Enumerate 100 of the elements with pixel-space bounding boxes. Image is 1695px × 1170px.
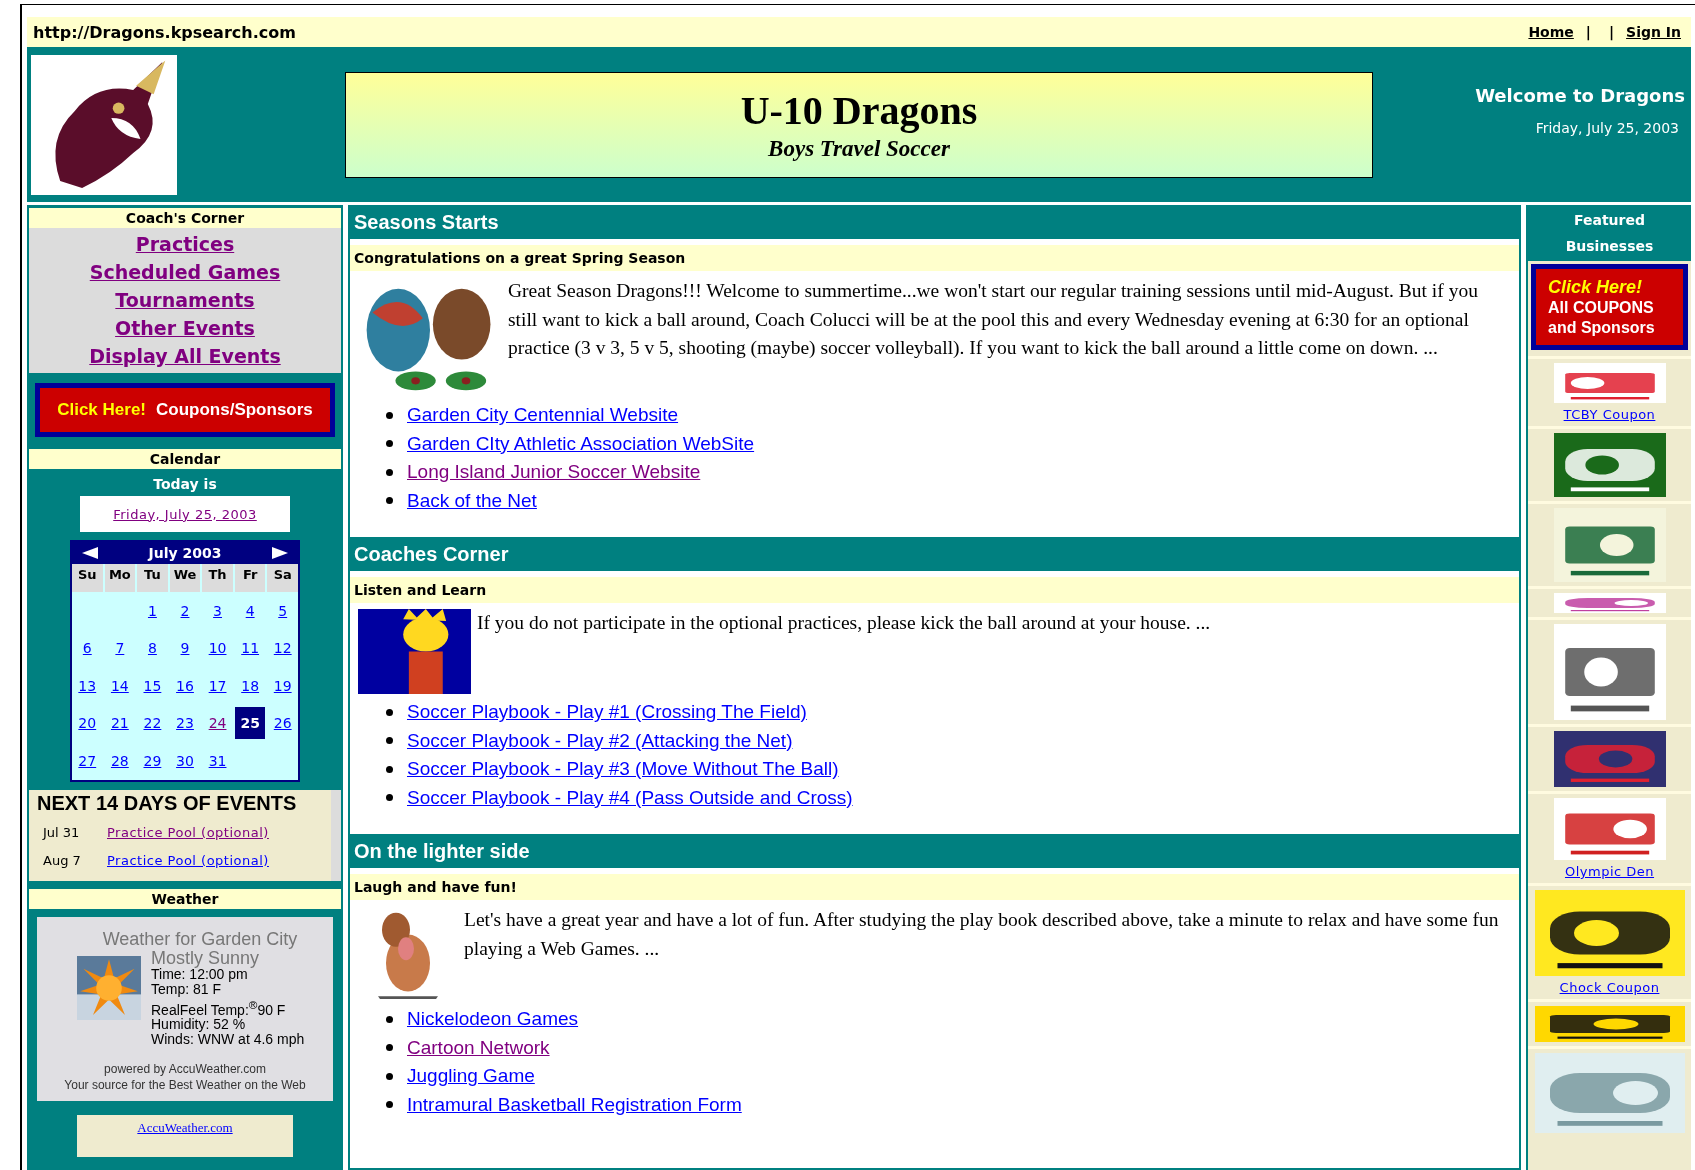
today-link[interactable]: Friday, July 25, 2003 [113,506,257,522]
calendar-day[interactable]: 8 [147,640,157,657]
calendar-day[interactable]: 5 [278,602,288,619]
calendar-day[interactable]: 29 [143,752,162,769]
weather-detail: Temp: 81 F [151,981,223,997]
resource-link[interactable]: Long Island Junior Soccer Website [407,461,701,484]
resource-link[interactable]: Juggling Game [407,1065,535,1088]
calendar-day[interactable]: 4 [245,602,255,619]
calendar-day[interactable]: 1 [147,602,157,619]
calendar-day[interactable]: 21 [110,715,129,732]
separator: | [1585,24,1591,40]
weekday-header: Mo [104,564,136,592]
calendar-day[interactable]: 28 [110,752,129,769]
site-subtitle: Boys Travel Soccer [768,136,950,162]
bullet-icon [386,1101,393,1109]
coupons-button[interactable]: Click Here! Coupons/Sponsors [35,383,335,437]
bullet-icon [386,1044,393,1052]
calendar-day[interactable]: 2 [180,602,190,619]
bullet-icon [386,1072,393,1080]
calendar-day[interactable]: 24 [208,715,227,732]
section-heading: On the lighter side [350,834,1519,868]
calendar-day[interactable]: 19 [273,677,292,694]
resource-link[interactable]: Soccer Playbook - Play #4 (Pass Outside and Cross) [407,786,853,809]
panel-heading: Coach's Corner [29,208,341,228]
resource-link[interactable]: Garden City Centennial Website [407,404,679,427]
calendar-day[interactable]: 12 [273,640,292,657]
site-url: http://Dragons.kpsearch.com [33,22,296,42]
resource-link[interactable]: Intramural Basketball Registration Form [407,1093,742,1116]
nav-link[interactable]: Sign In [1626,24,1681,40]
bullet-icon [386,468,393,476]
sponsor-link[interactable]: TCBY Coupon [1563,407,1656,422]
calendar-day[interactable]: 11 [241,640,260,657]
weekday-header: Sa [267,564,298,592]
weather-detail: Humidity: 52 % [151,1017,246,1033]
calendar-day[interactable]: 20 [78,715,97,732]
previous-icon[interactable] [82,547,98,559]
calendar-day[interactable]: 10 [208,640,227,657]
nav-link[interactable]: Practices [135,230,235,258]
calendar-day[interactable]: 23 [176,715,194,732]
weekday-header: Th [202,564,233,592]
calendar-day[interactable]: 13 [78,677,97,694]
calendar-day[interactable]: 15 [143,677,162,694]
resource-link[interactable]: Cartoon Network [407,1036,550,1059]
calendar-day[interactable]: 6 [82,640,92,657]
weather-detail: RealFeel Temp:$^{®}$90 F [151,997,287,1018]
calendar-day[interactable]: 27 [78,752,97,769]
coupons-banner[interactable]: Click Here! All COUPONS and Sponsors [1531,264,1688,350]
section-subheading: Laugh and have fun! [350,874,1519,900]
nav-link[interactable]: Home [1528,24,1574,40]
weekday-header: Fr [234,564,266,592]
today-label: Today is [152,475,218,494]
next-icon[interactable] [272,547,288,559]
weather-tagline: Your source for the Best Weather on the Web [64,1077,306,1094]
resource-link[interactable]: Nickelodeon Games [407,1008,579,1031]
resource-link[interactable]: Soccer Playbook - Play #2 (Attacking the Net) [407,729,793,752]
current-date: Friday, July 25, 2003 [1535,120,1679,136]
bullet-icon [386,737,393,745]
resource-link[interactable]: Soccer Playbook - Play #3 (Move Without The Ball) [407,758,839,781]
weather-condition: Mostly Sunny [151,949,261,967]
weekday-header: We [169,564,201,592]
bullet-icon [386,497,393,505]
section-heading: Coaches Corner [350,537,1519,571]
bullet-icon [386,708,393,716]
resource-link[interactable]: Back of the Net [407,489,537,512]
nav-link[interactable]: Tournaments [115,286,255,314]
calendar-day[interactable]: 31 [208,752,227,769]
calendar-day[interactable]: 3 [213,602,222,619]
weather-detail: Time: 12:00 pm [151,966,248,982]
nav-link[interactable]: Other Events [115,314,255,342]
weather-heading: Weather for Garden City [102,928,298,950]
calendar-day[interactable]: 14 [110,677,129,694]
nav-link[interactable]: Display All Events [89,342,281,370]
resource-link[interactable]: Soccer Playbook - Play #1 (Crossing The Field) [407,701,807,724]
bullet-icon [386,794,393,802]
event-date: Jul 31 [43,825,81,840]
welcome-text: Welcome to Dragons [1475,85,1685,106]
section-subheading: Listen and Learn [350,577,1519,603]
sponsor-link[interactable]: Chock Coupon [1559,980,1660,995]
section-text: Let's have a great year and have a lot of fun. After studying the play book described above, take a minute to relax and have some fun playing a Web Games. ... [464,908,1500,961]
section-text: Great Season Dragons!!! Welcome to summertime...we won't start our regular training sessions until mid-August. But if you still want to kick a ball around, Coach Colucci will be at the pool this and every Wednesday evening at 6:30 for an optional practice (3 v 3, 5 v 5, shooting (maybe) soccer volleyball). If you want to kick the ball around a little come on down. ... [508,279,1479,360]
event-link[interactable]: Practice Pool (optional) [107,825,269,840]
separator: | [1608,24,1615,40]
resource-link[interactable]: Garden CIty Athletic Association WebSite [407,432,755,455]
calendar-day[interactable]: 7 [115,640,125,657]
calendar-day[interactable]: 26 [273,715,292,732]
nav-link[interactable]: Scheduled Games [89,258,281,286]
sponsor-link[interactable]: Olympic Den [1564,864,1655,879]
event-link[interactable]: Practice Pool (optional) [107,853,269,868]
calendar-day[interactable]: 22 [143,715,162,732]
calendar-day[interactable]: 16 [176,677,194,694]
calendar-day[interactable]: 17 [208,677,227,694]
weekday-header: Su [72,564,103,592]
calendar-day[interactable]: 25 [235,707,265,740]
weather-detail: Winds: WNW at 4.6 mph [151,1032,305,1048]
calendar-day[interactable]: 9 [180,640,190,657]
calendar-day[interactable]: 30 [176,752,194,769]
calendar-day[interactable]: 18 [241,677,260,694]
panel-heading: Calendar [29,449,341,469]
weekday-header: Tu [137,564,168,592]
forecast-link[interactable]: AccuWeather.com [137,1120,233,1136]
